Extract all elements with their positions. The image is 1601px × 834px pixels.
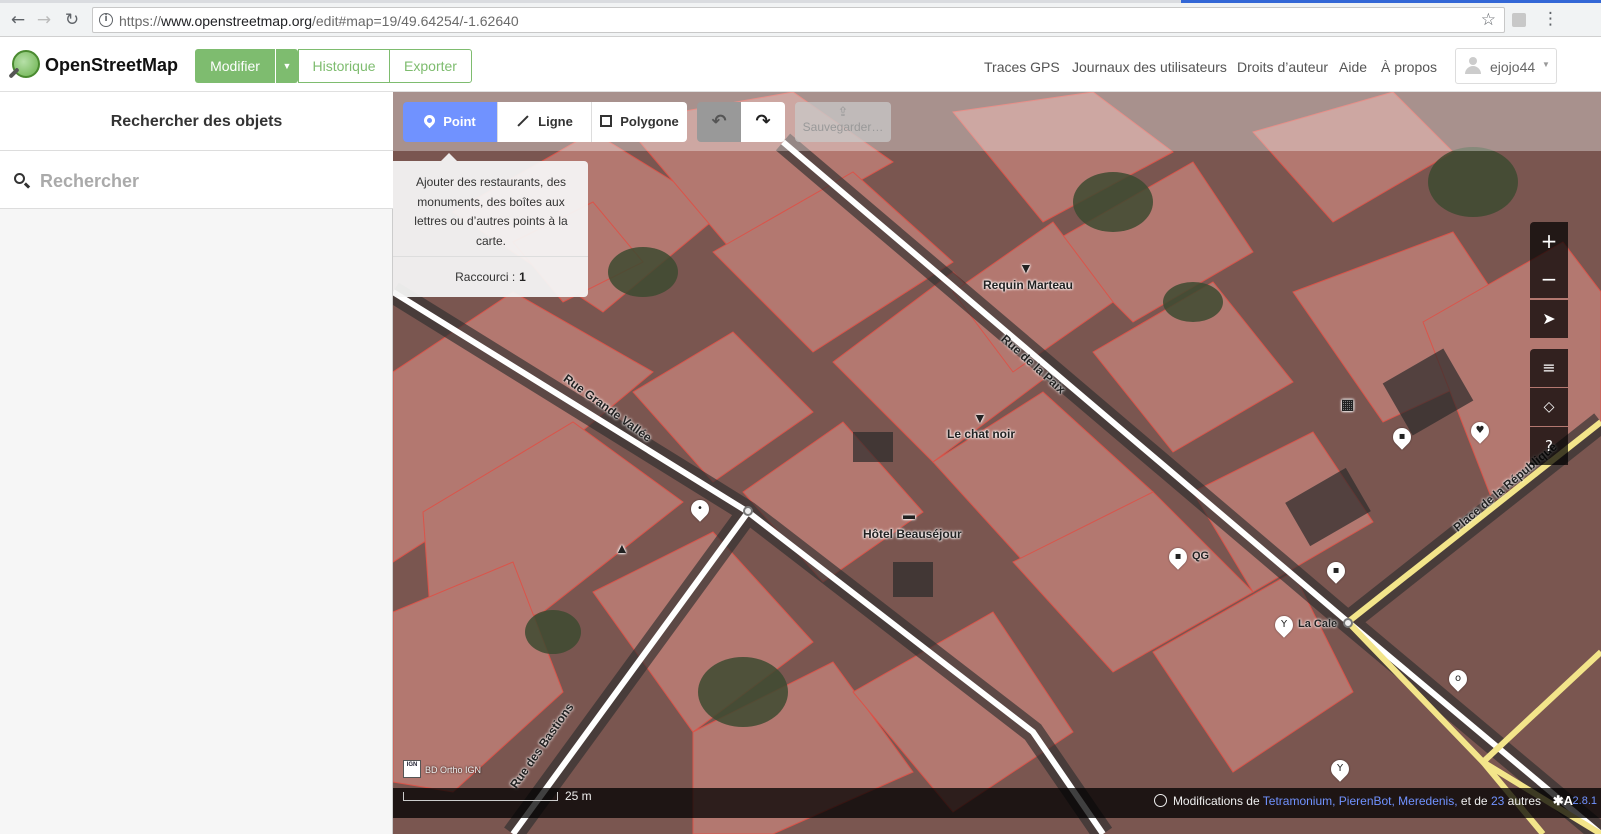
cocktail-icon[interactable]: ▼ — [1019, 260, 1033, 276]
undo-button[interactable]: ↶ — [697, 102, 741, 142]
zoom-out-button[interactable]: − — [1530, 260, 1568, 298]
url-text[interactable]: https://www.openstreetmap.org/edit#map=1… — [119, 13, 519, 29]
polygon-icon — [600, 114, 613, 127]
bar-label[interactable]: Requin Marteau — [983, 278, 1073, 292]
layers-button[interactable]: ≡ — [1530, 349, 1568, 387]
clock-icon — [1153, 794, 1167, 807]
point-tooltip: Ajouter des restaurants, des monuments, … — [393, 153, 588, 297]
sidebar: Rechercher des objets Rechercher — [0, 92, 393, 834]
zoom-in-button[interactable]: + — [1530, 222, 1568, 260]
site-header: OpenStreetMap Modifier ▼ Historique Expo… — [0, 38, 1601, 92]
sidebar-header: Rechercher des objets — [0, 92, 393, 151]
restaurant-pin-icon[interactable]: Y — [1331, 760, 1349, 782]
browser-window: { "browser": { "url_scheme": "https://",… — [0, 0, 1601, 834]
reload-icon[interactable]: ↻ — [60, 8, 84, 32]
nav-link-help[interactable]: Aide — [1339, 59, 1367, 75]
browser-toolbar: ← → ↻ i https://www.openstreetmap.org/ed… — [0, 3, 1601, 37]
tooltip-text: Ajouter des restaurants, des monuments, … — [414, 175, 568, 248]
history-button[interactable]: Historique — [298, 49, 390, 83]
imagery-attribution[interactable]: BD Ortho IGN — [425, 765, 481, 775]
shop-pin-icon[interactable]: ▪ — [1169, 548, 1187, 570]
extension-icon[interactable] — [1512, 13, 1526, 27]
user-menu[interactable]: ejojo44 ▼ — [1455, 48, 1557, 84]
save-button[interactable]: ⇪ Sauvegarder… — [795, 102, 891, 142]
export-button[interactable]: Exporter — [389, 49, 472, 83]
nav-link-copyright[interactable]: Droits d’auteur — [1237, 59, 1328, 75]
redo-button[interactable]: ↷ — [741, 102, 785, 142]
scale-label: 25 m — [565, 789, 592, 803]
search-icon — [14, 173, 25, 184]
add-area-button[interactable]: Polygone — [591, 102, 687, 142]
building-icon: ▦ — [1341, 396, 1355, 412]
kebab-menu-icon[interactable]: ⋮ — [1542, 9, 1559, 29]
nav-link-gps-traces[interactable]: Traces GPS — [984, 59, 1060, 75]
bar-label[interactable]: Le chat noir — [947, 427, 1015, 441]
edit-dropdown-caret-icon[interactable]: ▼ — [276, 49, 298, 83]
bug-icon[interactable]: ✱A — [1553, 793, 1573, 809]
nav-link-about[interactable]: À propos — [1381, 59, 1437, 75]
tooltip-shortcut: Raccourci :1 — [455, 270, 526, 284]
help-button[interactable]: ? — [1530, 427, 1568, 465]
history-attribution: Modifications de Tetramonium, PierenBot,… — [1153, 794, 1541, 808]
scale-bar[interactable] — [403, 792, 558, 801]
map-canvas[interactable]: Rue Grande Vallée Rue de la Paix Rue des… — [393, 92, 1601, 834]
bus-stop-pin-icon[interactable]: ▪ — [1327, 562, 1345, 584]
forward-arrow-icon[interactable]: → — [32, 8, 56, 32]
line-icon — [517, 114, 529, 127]
edit-button[interactable]: Modifier — [195, 49, 275, 83]
contributors-link[interactable]: Tetramonium, PierenBot, Meredenis, — [1263, 794, 1458, 808]
search-field[interactable]: Rechercher — [0, 151, 393, 209]
building-icon: ▲ — [615, 540, 629, 556]
restaurant-label[interactable]: La Cale — [1298, 618, 1337, 630]
add-line-button[interactable]: Ligne — [497, 102, 591, 142]
heart-pin-icon[interactable]: ♥ — [1471, 422, 1489, 444]
brand-name[interactable]: OpenStreetMap — [45, 55, 178, 76]
sidebar-title: Rechercher des objets — [110, 113, 283, 130]
cocktail-icon[interactable]: ▼ — [973, 410, 987, 426]
add-point-button[interactable]: Point — [403, 102, 497, 142]
map-footer: IGN BD Ortho IGN 25 m Modifications de T… — [393, 760, 1601, 834]
back-arrow-icon[interactable]: ← — [6, 8, 30, 32]
info-icon[interactable]: i — [99, 13, 113, 27]
shop-label[interactable]: QG — [1192, 550, 1209, 562]
upload-icon: ⇪ — [837, 105, 849, 120]
map-vertex[interactable] — [743, 506, 753, 516]
editor-toolbar: Point Ligne Polygone ↶ ↷ ⇪ Sauvegarder… — [393, 92, 1601, 151]
point-icon — [421, 112, 438, 129]
marker-pin-icon[interactable]: • — [691, 500, 709, 522]
restaurant-pin-icon[interactable]: Y — [1275, 616, 1293, 638]
chevron-down-icon: ▼ — [1542, 60, 1550, 69]
bicycle-pin-icon[interactable]: o — [1449, 670, 1467, 692]
star-icon[interactable]: ☆ — [1481, 10, 1496, 30]
username: ejojo44 — [1490, 59, 1536, 75]
address-bar[interactable]: i https://www.openstreetmap.org/edit#map… — [92, 7, 1505, 33]
bed-icon[interactable]: ▬ — [903, 508, 915, 522]
ign-logo: IGN — [403, 760, 421, 778]
others-count-link[interactable]: 23 — [1491, 794, 1504, 808]
hotel-label[interactable]: Hôtel Beauséjour — [863, 527, 962, 541]
marker-pin-icon[interactable]: ▪ — [1393, 428, 1411, 450]
map-data-button[interactable]: ◇ — [1530, 388, 1568, 426]
version-link[interactable]: 2.8.1 — [1573, 795, 1597, 807]
map-vertex[interactable] — [1343, 618, 1353, 628]
geolocate-button[interactable]: ➤ — [1530, 300, 1568, 338]
osm-logo-icon[interactable] — [12, 50, 40, 78]
search-input[interactable]: Rechercher — [40, 171, 139, 192]
avatar — [1464, 57, 1482, 75]
nav-link-user-diaries[interactable]: Journaux des utilisateurs — [1072, 59, 1227, 75]
